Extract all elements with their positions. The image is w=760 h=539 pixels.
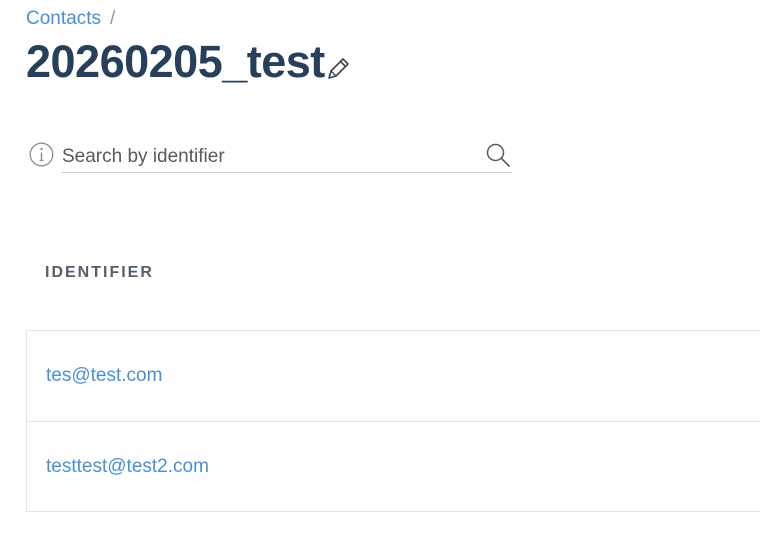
pencil-icon[interactable] bbox=[325, 56, 351, 82]
breadcrumb-contacts-link[interactable]: Contacts bbox=[26, 8, 101, 30]
contact-identifier-link[interactable]: tes@test.com bbox=[46, 365, 162, 387]
contacts-table: tes@test.com testtest@test2.com bbox=[26, 330, 760, 512]
column-header-identifier[interactable]: IDENTIFIER bbox=[45, 264, 154, 282]
search-bar bbox=[29, 141, 513, 173]
info-icon[interactable] bbox=[29, 142, 54, 167]
contact-list-page: Contacts / 20260205_test IDENTIFIER tes@… bbox=[0, 0, 760, 539]
search-input[interactable] bbox=[62, 141, 512, 173]
title-row: 20260205_test bbox=[26, 36, 351, 88]
page-title: 20260205_test bbox=[26, 36, 325, 87]
breadcrumb: Contacts / bbox=[26, 8, 115, 30]
table-row: tes@test.com bbox=[27, 331, 760, 421]
contact-identifier-link[interactable]: testtest@test2.com bbox=[46, 456, 209, 478]
table-row: testtest@test2.com bbox=[27, 421, 760, 511]
breadcrumb-separator: / bbox=[109, 8, 116, 29]
search-icon[interactable] bbox=[485, 142, 511, 168]
